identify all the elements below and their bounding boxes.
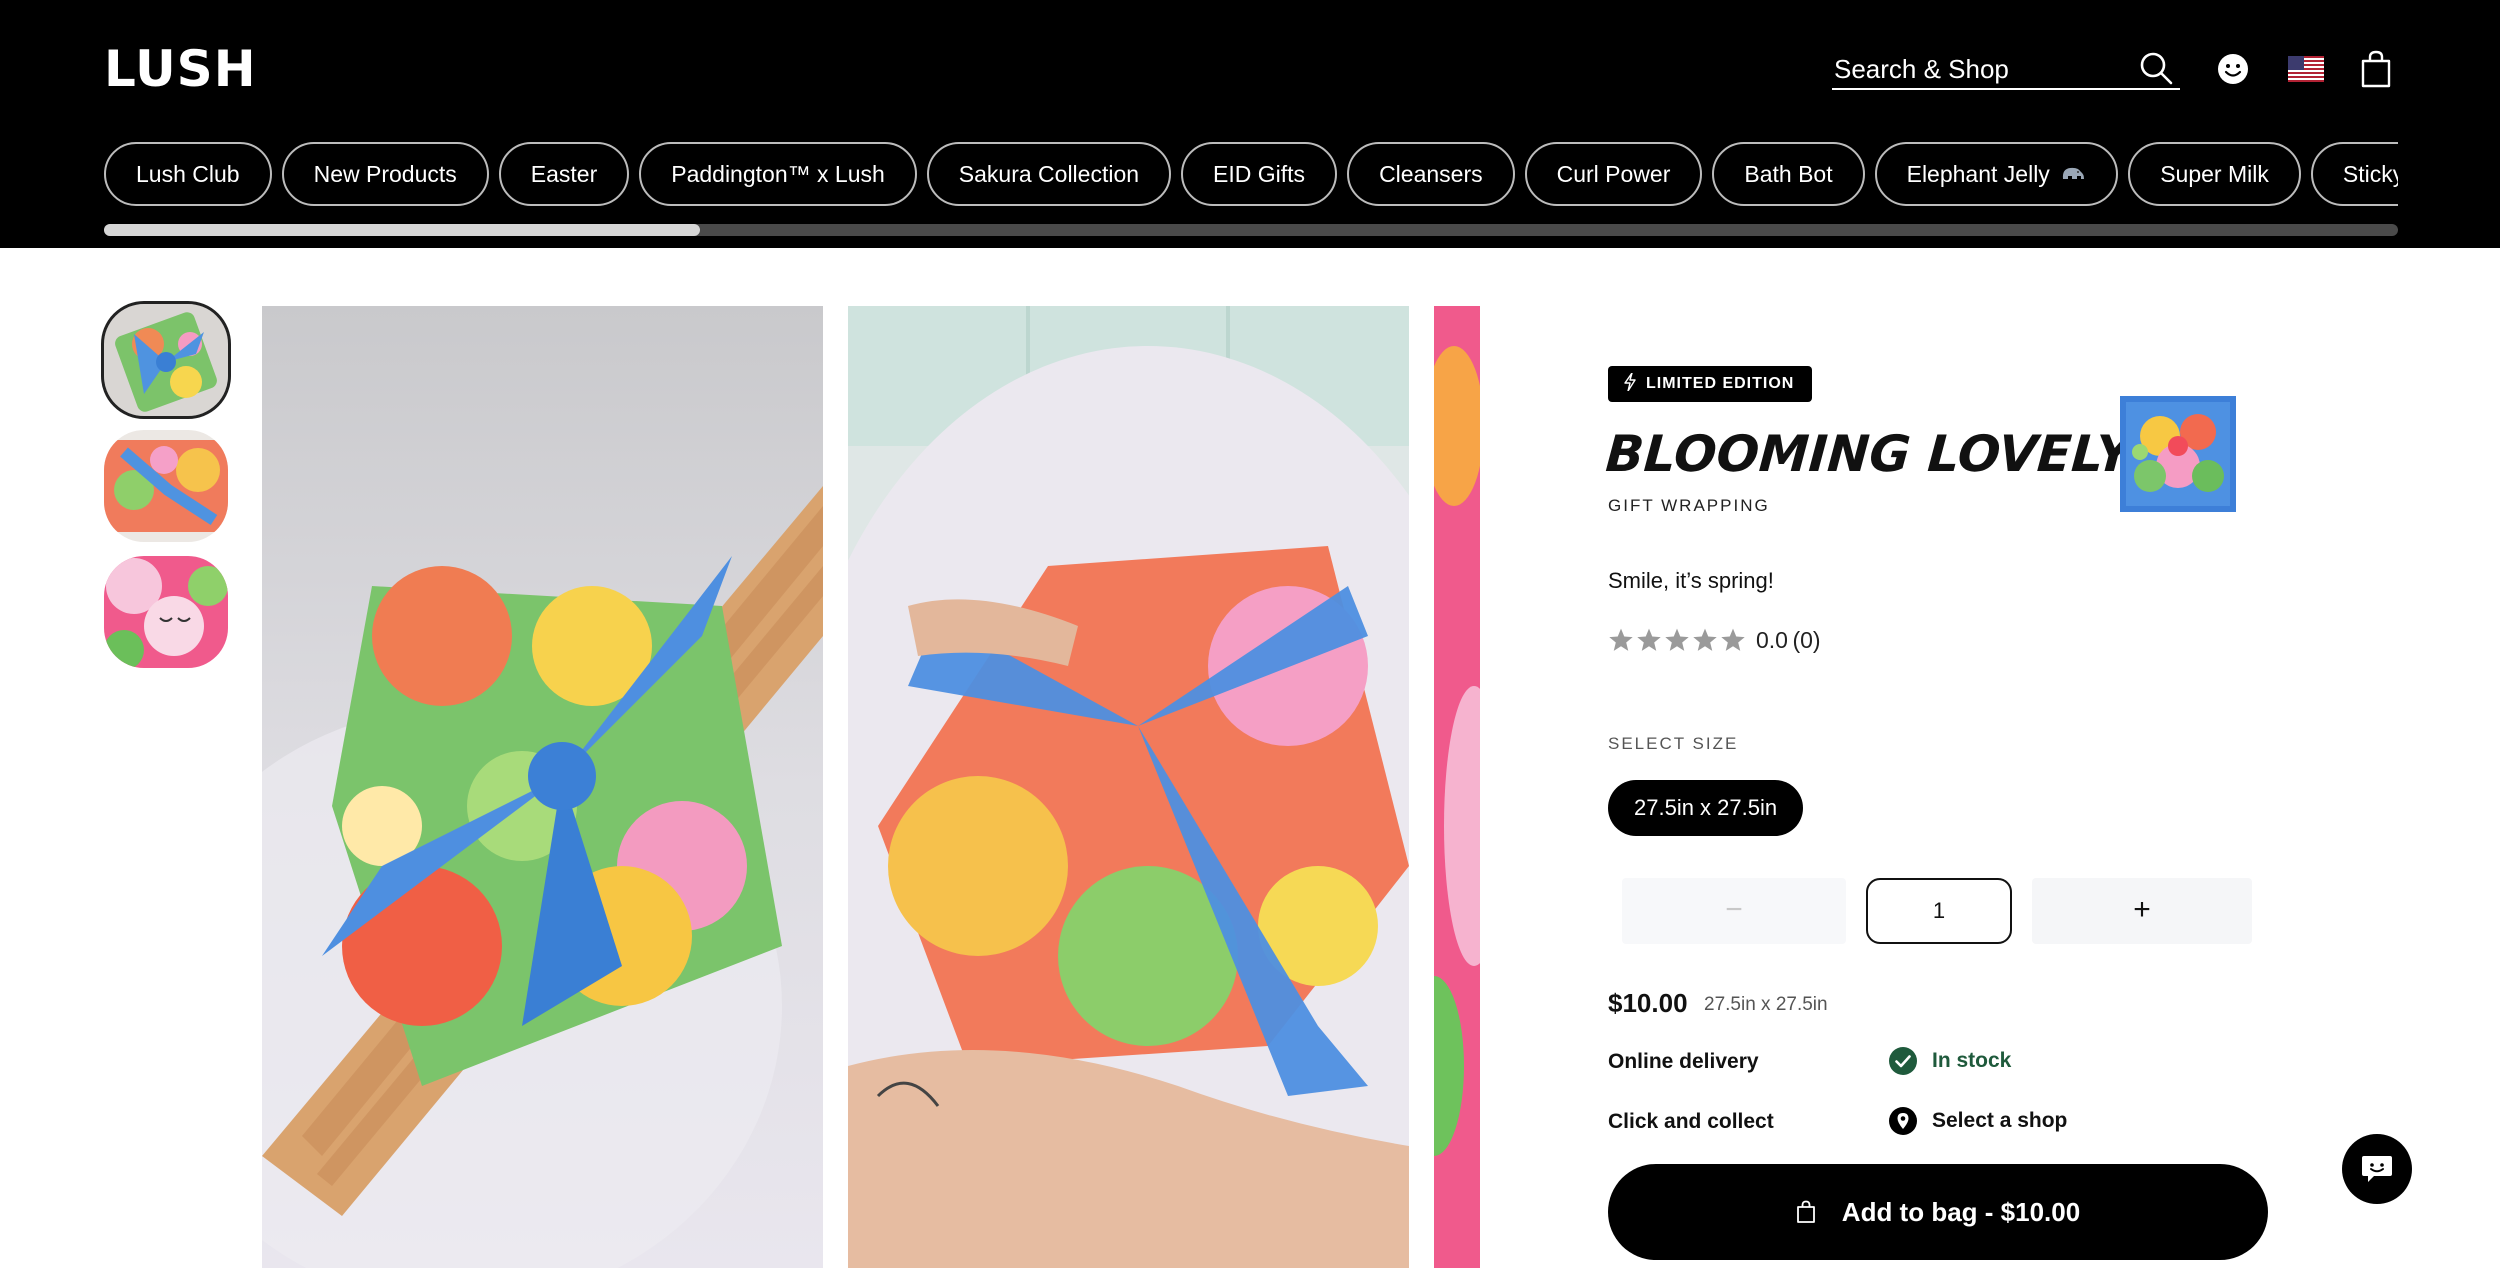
nav-pill-curl-power[interactable]: Curl Power — [1524, 142, 1703, 206]
thumbnail-2[interactable] — [104, 430, 228, 542]
thumbnail-1[interactable] — [101, 301, 231, 419]
elephant-icon — [2063, 167, 2085, 179]
online-delivery-label: Online delivery — [1608, 1050, 1759, 1073]
price-size-note: 27.5in x 27.5in — [1704, 994, 1828, 1015]
location-pin-icon — [1889, 1107, 1917, 1135]
search-icon[interactable] — [2138, 50, 2174, 86]
scrollbar-thumb[interactable] — [104, 224, 701, 236]
select-shop-text[interactable]: Select a shop — [1932, 1109, 2067, 1133]
product-photo-3-partial[interactable] — [1434, 306, 1480, 1268]
nav-pill-lush-club[interactable]: Lush Club — [104, 142, 272, 206]
nav-pill-label: Elephant Jelly — [1906, 161, 2050, 187]
search-input[interactable]: Search & Shop — [1834, 54, 2009, 84]
star-icon — [1693, 628, 1717, 651]
quantity-decrease-button[interactable]: − — [1622, 878, 1846, 944]
nav-pill-sakura-collection[interactable]: Sakura Collection — [926, 142, 1172, 206]
nav-pill-new-products[interactable]: New Products — [281, 142, 489, 206]
select-size-label: SELECT SIZE — [1608, 734, 1739, 753]
search-bar[interactable]: Search & Shop — [1832, 46, 2180, 90]
nav-pill-sticky-dates[interactable]: Sticky Dates — [2310, 142, 2398, 206]
click-and-collect-label: Click and collect — [1608, 1110, 1774, 1133]
rating-count: (0) — [1792, 626, 1821, 653]
smiley-account-icon[interactable] — [2216, 52, 2250, 86]
product-photo-2[interactable] — [848, 306, 1409, 1268]
add-to-bag-button[interactable]: Add to bag - $10.00 — [1608, 1164, 2268, 1260]
star-icon — [1637, 628, 1661, 651]
star-icon — [1721, 628, 1745, 651]
category-scrollbar[interactable] — [104, 224, 2398, 236]
quantity-increase-button[interactable]: + — [2032, 878, 2252, 944]
chat-icon — [2362, 1156, 2392, 1182]
nav-pill-elephant-jelly[interactable]: Elephant Jelly — [1874, 142, 2119, 206]
chat-button[interactable] — [2342, 1134, 2412, 1204]
badge-label: LIMITED EDITION — [1646, 375, 1795, 392]
lush-logo[interactable]: LUSH — [104, 44, 257, 94]
check-circle-icon — [1889, 1047, 1917, 1075]
product-title: BLOOMING LOVELY — [1603, 425, 2134, 483]
nav-pill-bath-bot[interactable]: Bath Bot — [1712, 142, 1865, 206]
site-header: LUSH Search & Shop Lush Club New Products… — [0, 0, 2500, 248]
shopping-bag-icon[interactable] — [2360, 50, 2392, 88]
product-price: $10.00 — [1608, 988, 1688, 1018]
nav-pill-easter[interactable]: Easter — [498, 142, 630, 206]
rating-value: 0.0 — [1756, 626, 1788, 653]
product-swatch[interactable] — [2120, 396, 2236, 512]
nav-pill-super-milk[interactable]: Super Milk — [2128, 142, 2301, 206]
us-flag-icon[interactable] — [2288, 56, 2324, 82]
product-rating[interactable]: 0.0 (0) — [1608, 626, 1821, 654]
shopping-bag-icon — [1796, 1200, 1815, 1223]
product-photo-1[interactable] — [262, 306, 823, 1268]
nav-pill-cleansers[interactable]: Cleansers — [1347, 142, 1515, 206]
product-tagline: Smile, it’s spring! — [1608, 568, 1774, 593]
star-icon — [1609, 628, 1633, 651]
lightning-icon — [1624, 373, 1636, 391]
limited-edition-badge: LIMITED EDITION — [1608, 366, 1813, 402]
thumbnail-3[interactable] — [104, 556, 228, 668]
nav-pill-paddington[interactable]: Paddington™ x Lush — [639, 142, 917, 206]
select-shop-link[interactable]: Select a shop — [1888, 1106, 2067, 1136]
size-option-selected[interactable]: 27.5in x 27.5in — [1608, 780, 1804, 836]
thumbnail-list — [101, 301, 232, 682]
add-to-bag-label: Add to bag - $10.00 — [1841, 1196, 2081, 1227]
stock-status: In stock — [1888, 1046, 2011, 1076]
rating-stars — [1608, 627, 1746, 653]
quantity-input[interactable]: 1 — [1866, 878, 2012, 944]
nav-pill-eid-gifts[interactable]: EID Gifts — [1181, 142, 1338, 206]
star-icon — [1665, 628, 1689, 651]
product-category: GIFT WRAPPING — [1608, 496, 1770, 515]
in-stock-text: In stock — [1932, 1049, 2012, 1072]
category-nav: Lush Club New Products Easter Paddington™ x… — [104, 142, 2398, 206]
